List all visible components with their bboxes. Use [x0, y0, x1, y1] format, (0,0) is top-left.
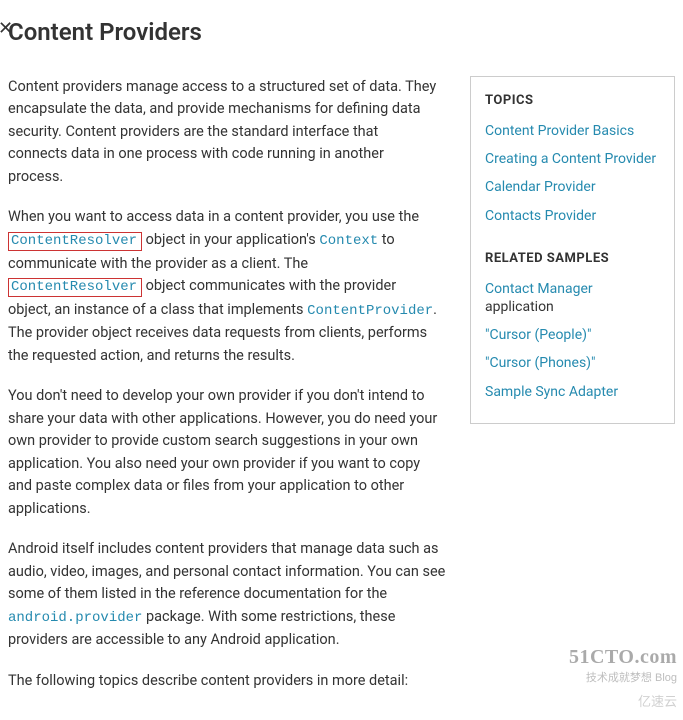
topics-heading: TOPICS	[485, 93, 660, 108]
topic-link-creating[interactable]: Creating a Content Provider	[485, 151, 656, 167]
topic-link-contacts[interactable]: Contacts Provider	[485, 208, 596, 224]
more-detail-paragraph: The following topics describe content pr…	[8, 670, 446, 692]
close-icon: ✕	[0, 18, 13, 39]
sample-link-cursor-phones[interactable]: "Cursor (Phones)"	[485, 355, 596, 371]
page-title: Content Providers	[8, 18, 675, 46]
context-link[interactable]: Context	[319, 233, 378, 249]
contentprovider-link[interactable]: ContentProvider	[307, 303, 433, 319]
topic-link-basics[interactable]: Content Provider Basics	[485, 123, 634, 139]
text-segment: object in your application's	[142, 231, 319, 248]
own-provider-paragraph: You don't need to develop your own provi…	[8, 385, 446, 520]
intro-paragraph: Content providers manage access to a str…	[8, 76, 438, 188]
content-area: Content providers manage access to a str…	[8, 76, 675, 710]
text-segment: When you want to access data in a conten…	[8, 208, 419, 225]
sample-link-sync-adapter[interactable]: Sample Sync Adapter	[485, 384, 618, 400]
sidebar: TOPICS Content Provider Basics Creating …	[470, 76, 675, 424]
related-samples-heading: RELATED SAMPLES	[485, 251, 660, 266]
resolver-paragraph: When you want to access data in a conten…	[8, 206, 438, 367]
contentresolver-link-1[interactable]: ContentResolver	[8, 232, 142, 251]
topics-list: Content Provider Basics Creating a Conte…	[485, 122, 660, 225]
samples-list: Contact Manager application "Cursor (Peo…	[485, 280, 660, 401]
text-segment: Android itself includes content provider…	[8, 540, 445, 602]
sample-link-contact-manager[interactable]: Contact Manager	[485, 281, 593, 297]
sample-suffix: application	[485, 299, 554, 315]
contentresolver-link-2[interactable]: ContentResolver	[8, 278, 142, 297]
sample-link-cursor-people[interactable]: "Cursor (People)"	[485, 327, 591, 343]
topic-link-calendar[interactable]: Calendar Provider	[485, 179, 596, 195]
android-providers-paragraph: Android itself includes content provider…	[8, 538, 446, 652]
android-provider-link[interactable]: android.provider	[8, 610, 142, 626]
main-column: Content providers manage access to a str…	[8, 76, 446, 710]
